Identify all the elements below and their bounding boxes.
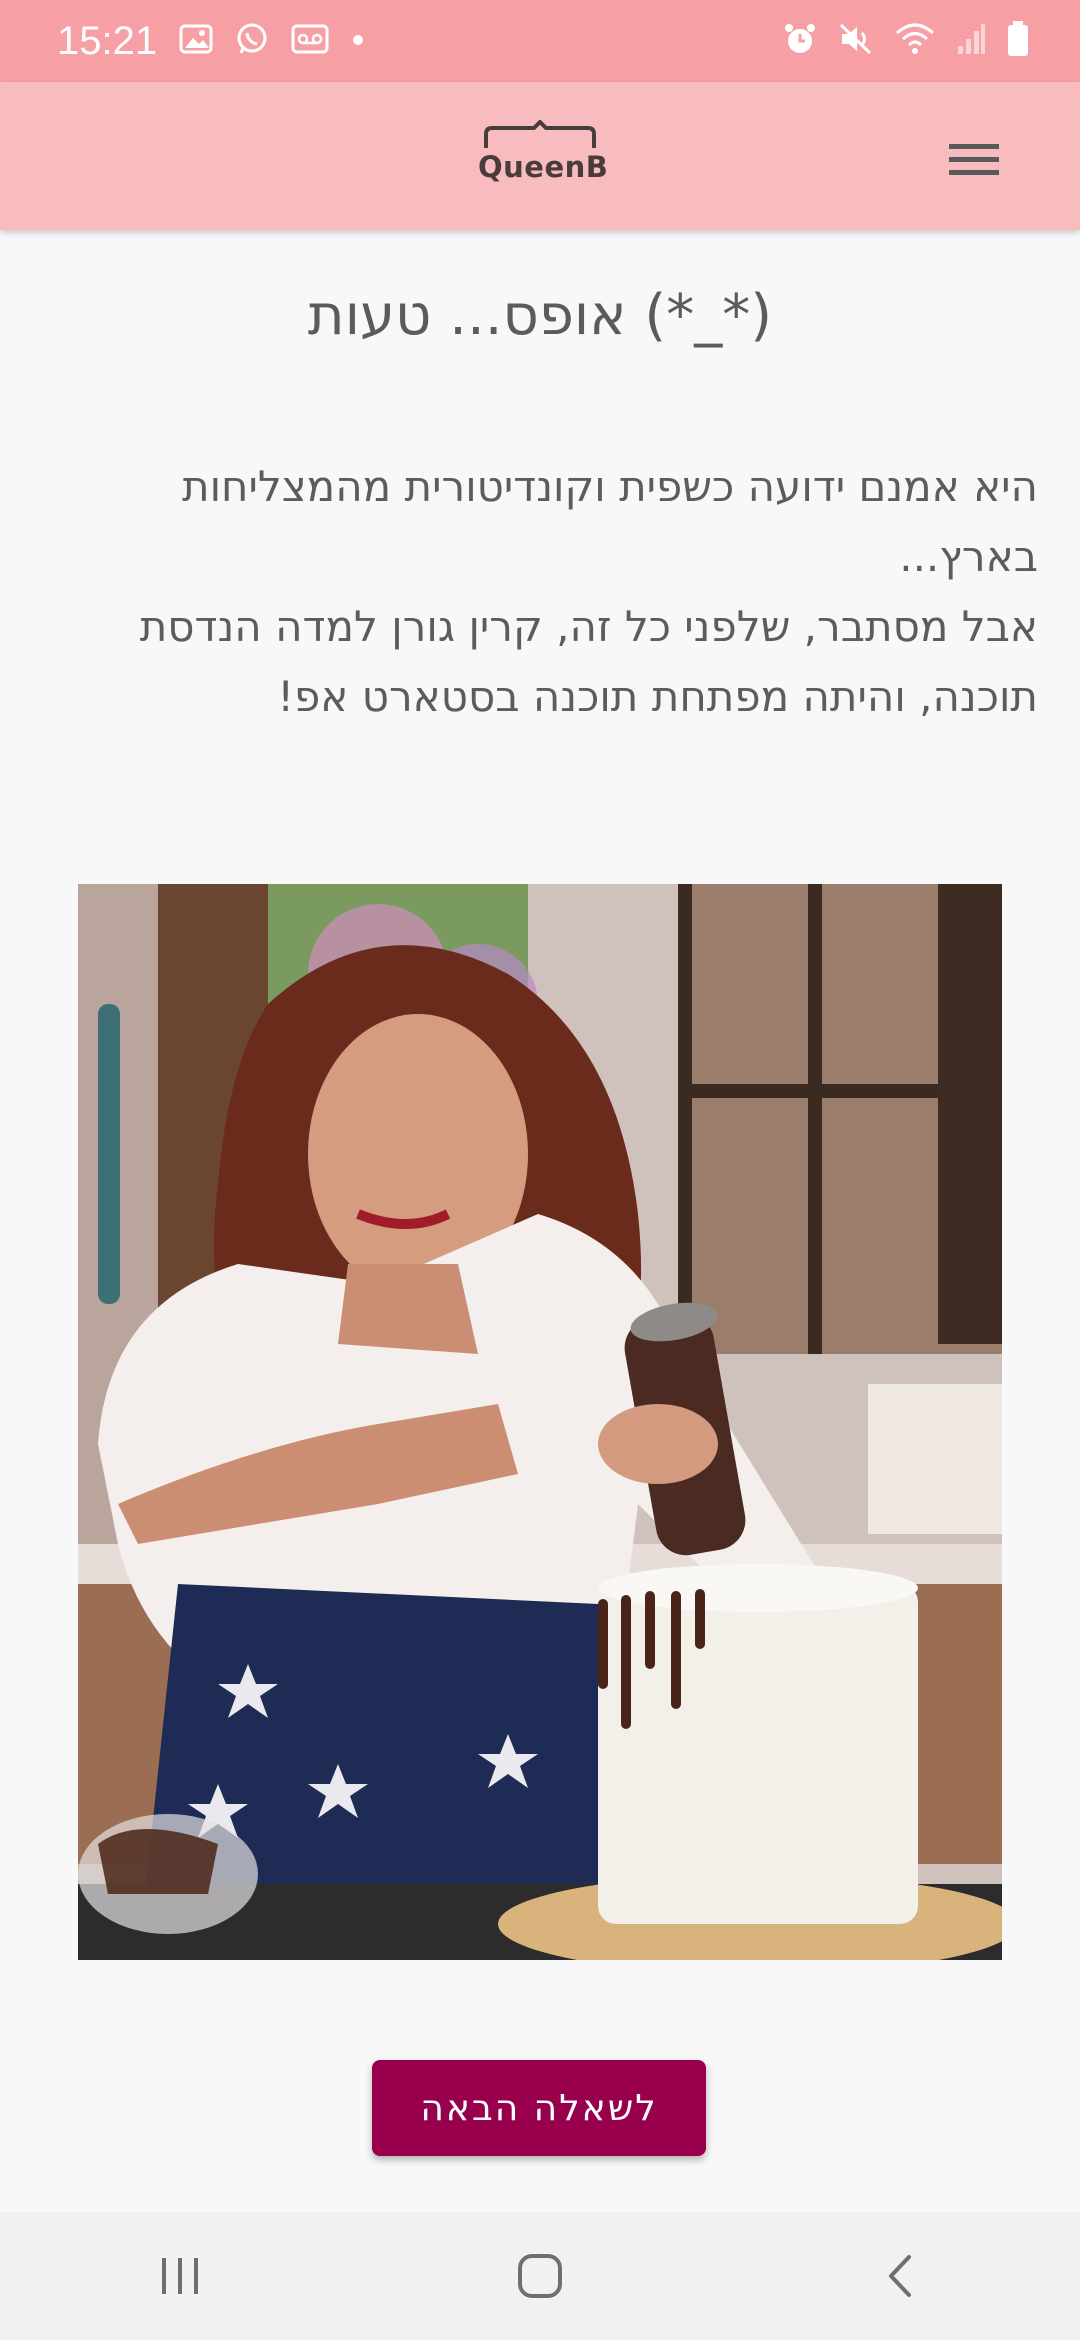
battery-icon: [1006, 20, 1030, 62]
voicemail-icon: [291, 24, 329, 58]
photo-illustration: [78, 884, 1002, 1960]
body-text: היא אמנם ידועה כשפית וקונדיטורית מהמצליח…: [139, 462, 1038, 721]
menu-button[interactable]: [942, 128, 1006, 192]
cake-photo: [78, 884, 1002, 1960]
alarm-icon: [782, 21, 818, 61]
home-icon: [518, 2254, 562, 2298]
queenb-logo: QueenB: [478, 120, 609, 200]
status-left: 15:21: [57, 19, 365, 64]
status-bar: 15:21: [0, 0, 1080, 82]
page-title: אופס... טעות (*_*): [307, 283, 773, 348]
next-question-button[interactable]: לשאלה הבאה: [372, 2060, 706, 2156]
crown-bracket-icon: [484, 120, 596, 148]
home-button[interactable]: [480, 2226, 600, 2326]
status-right: [782, 20, 1030, 62]
recent-apps-button[interactable]: [120, 2226, 240, 2326]
dot-icon: [351, 32, 365, 51]
system-nav-bar: [0, 2212, 1080, 2340]
signal-icon: [956, 22, 986, 60]
wifi-icon: [894, 21, 936, 61]
whatsapp-icon: [235, 22, 269, 60]
gallery-icon: [179, 24, 213, 58]
mute-icon: [838, 21, 874, 61]
back-icon: [889, 2255, 911, 2297]
status-time: 15:21: [57, 18, 158, 63]
hamburger-menu-icon: [949, 144, 999, 175]
back-button[interactable]: [840, 2226, 960, 2326]
recent-apps-icon: [162, 2258, 198, 2294]
logo-text: QueenB: [478, 150, 609, 184]
app-bar: QueenB: [0, 82, 1080, 230]
